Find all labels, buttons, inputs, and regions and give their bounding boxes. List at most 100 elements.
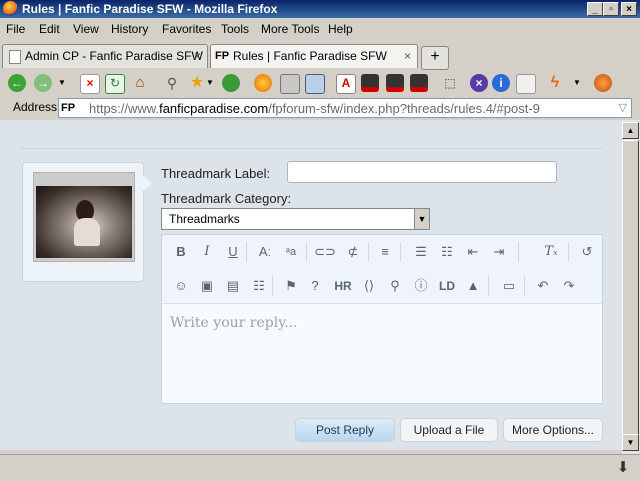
stop-icon[interactable]: × [80, 74, 100, 94]
scroll-up-icon[interactable]: ▲ [622, 122, 639, 139]
help-icon[interactable]: ? [304, 276, 326, 296]
divider [400, 242, 401, 262]
code-icon[interactable]: ⟨⟩ [358, 276, 380, 296]
undo-format-icon[interactable]: ↺ [576, 242, 598, 262]
forward-icon[interactable]: → [34, 74, 52, 92]
history-dropdown-icon[interactable]: ▼ [58, 74, 68, 92]
remove-format-icon[interactable]: Tₓ [540, 242, 562, 262]
tab-label: Rules | Fanfic Paradise SFW [233, 49, 387, 63]
align-icon[interactable]: ≡ [374, 242, 396, 262]
font-size-icon[interactable]: Aː [254, 242, 276, 262]
underline-icon[interactable]: U [222, 242, 244, 262]
favorites-dropdown-icon[interactable]: ▼ [206, 74, 216, 92]
font-family-icon[interactable]: ᵃa [280, 242, 302, 262]
tab-admin-cp[interactable]: Admin CP - Fanfic Paradise SFW × [2, 44, 208, 68]
redo-icon[interactable]: ↷ [558, 276, 580, 296]
insert-icon[interactable]: ☷ [248, 276, 270, 296]
menu-file[interactable]: File [6, 22, 25, 36]
more-options-button[interactable]: More Options... [503, 418, 603, 442]
scroll-down-icon[interactable]: ▼ [622, 434, 639, 451]
tab-label: Admin CP - Fanfic Paradise SFW [25, 49, 203, 63]
link-icon[interactable]: ⊂⊃ [314, 242, 336, 262]
menu-more-tools[interactable]: More Tools [261, 22, 319, 36]
menu-history[interactable]: History [111, 22, 148, 36]
status-bar: ⬇ [0, 454, 640, 481]
pdf-icon[interactable]: A [336, 74, 356, 94]
url-dropdown-icon[interactable]: ▽ [619, 101, 627, 114]
threadmark-category-select[interactable]: Threadmarks ▼ [161, 208, 430, 230]
menu-view[interactable]: View [73, 22, 99, 36]
hr-icon[interactable]: HR [332, 276, 354, 296]
divider [488, 276, 489, 296]
monitor-icon[interactable] [361, 74, 379, 92]
block-icon[interactable]: × [470, 74, 488, 92]
unlink-icon[interactable]: ⊄ [342, 242, 364, 262]
close-tab-icon[interactable]: × [194, 45, 201, 67]
dropdown-icon[interactable]: ▼ [573, 74, 583, 92]
minimize-button[interactable]: _ [587, 2, 603, 16]
info-icon[interactable]: ⓘ [410, 276, 432, 296]
monitor-icon[interactable] [386, 74, 404, 92]
divider [524, 276, 525, 296]
divider [368, 242, 369, 262]
select-cursor-icon[interactable]: ⬚ [441, 74, 459, 92]
save-draft-icon[interactable]: ▭ [498, 276, 520, 296]
firefox-icon[interactable] [254, 74, 272, 92]
reply-editor[interactable]: B I U Aː ᵃa ⊂⊃ ⊄ ≡ ☰ ☷ ⇤ ⇥ Tₓ ↺ ☺ ▣ ▤ ☷ … [161, 234, 603, 404]
select-arrow-icon[interactable]: ▼ [414, 209, 429, 229]
address-field[interactable]: FP https://www.fanficparadise.com/fpforu… [58, 98, 632, 118]
menu-bar: File Edit View History Favorites Tools M… [0, 18, 640, 40]
back-icon[interactable]: ← [8, 74, 26, 92]
close-tab-icon[interactable]: × [404, 45, 411, 67]
image-icon[interactable]: ▣ [196, 276, 218, 296]
indent-icon[interactable]: ⇥ [488, 242, 510, 262]
upload-file-button[interactable]: Upload a File [400, 418, 498, 442]
warning-icon[interactable]: ▲ [462, 276, 484, 296]
info-icon[interactable]: i [492, 74, 510, 92]
close-button[interactable]: × [621, 2, 637, 16]
avatar[interactable] [33, 172, 135, 262]
menu-help[interactable]: Help [328, 22, 353, 36]
window-titlebar: Rules | Fanfic Paradise SFW - Mozilla Fi… [0, 0, 640, 18]
threadmark-label-input[interactable] [287, 161, 557, 183]
menu-edit[interactable]: Edit [39, 22, 60, 36]
print-icon[interactable] [280, 74, 300, 94]
vertical-scrollbar[interactable]: ▲ ▼ [622, 120, 640, 454]
menu-favorites[interactable]: Favorites [162, 22, 211, 36]
site-identity-icon[interactable]: FP [61, 100, 85, 116]
menu-tools[interactable]: Tools [221, 22, 249, 36]
post-reply-button[interactable]: Post Reply [295, 418, 395, 442]
undo-icon[interactable]: ↶ [532, 276, 554, 296]
smilie-icon[interactable]: ☺ [170, 276, 192, 296]
screenshot-icon[interactable] [305, 74, 325, 94]
outdent-icon[interactable]: ⇤ [462, 242, 484, 262]
reload-icon[interactable]: ↻ [105, 74, 125, 94]
extension-icon[interactable] [594, 74, 612, 92]
home-icon[interactable]: ⌂ [131, 74, 149, 92]
scrollbar-thumb[interactable] [622, 140, 639, 440]
pin-icon[interactable]: ⚲ [384, 276, 406, 296]
ld-icon[interactable]: LD [436, 276, 458, 296]
address-row: Address FP https://www.fanficparadise.co… [0, 96, 640, 120]
threadmark-category-caption: Threadmark Category: [161, 191, 292, 206]
fp-favicon-icon: FP [215, 50, 230, 62]
maximize-button[interactable]: ▫ [603, 2, 619, 16]
search-icon[interactable]: ⚲ [163, 74, 181, 92]
divider [306, 242, 307, 262]
bold-icon[interactable]: B [170, 242, 192, 262]
numbered-list-icon[interactable]: ☷ [436, 242, 458, 262]
monitor-icon[interactable] [410, 74, 428, 92]
divider [272, 276, 273, 296]
notes-icon[interactable] [516, 74, 536, 94]
favorites-star-icon[interactable]: ★ [188, 74, 206, 92]
addon-icon[interactable] [222, 74, 240, 92]
media-icon[interactable]: ▤ [222, 276, 244, 296]
avatar-container [22, 162, 152, 282]
flag-icon[interactable]: ⚑ [280, 276, 302, 296]
lightning-icon[interactable]: ϟ [546, 74, 564, 92]
download-icon[interactable]: ⬇ [613, 458, 633, 478]
italic-icon[interactable]: I [196, 242, 218, 262]
bullet-list-icon[interactable]: ☰ [410, 242, 432, 262]
tab-rules[interactable]: FP Rules | Fanfic Paradise SFW × [210, 44, 418, 68]
new-tab-button[interactable]: + [421, 46, 449, 70]
